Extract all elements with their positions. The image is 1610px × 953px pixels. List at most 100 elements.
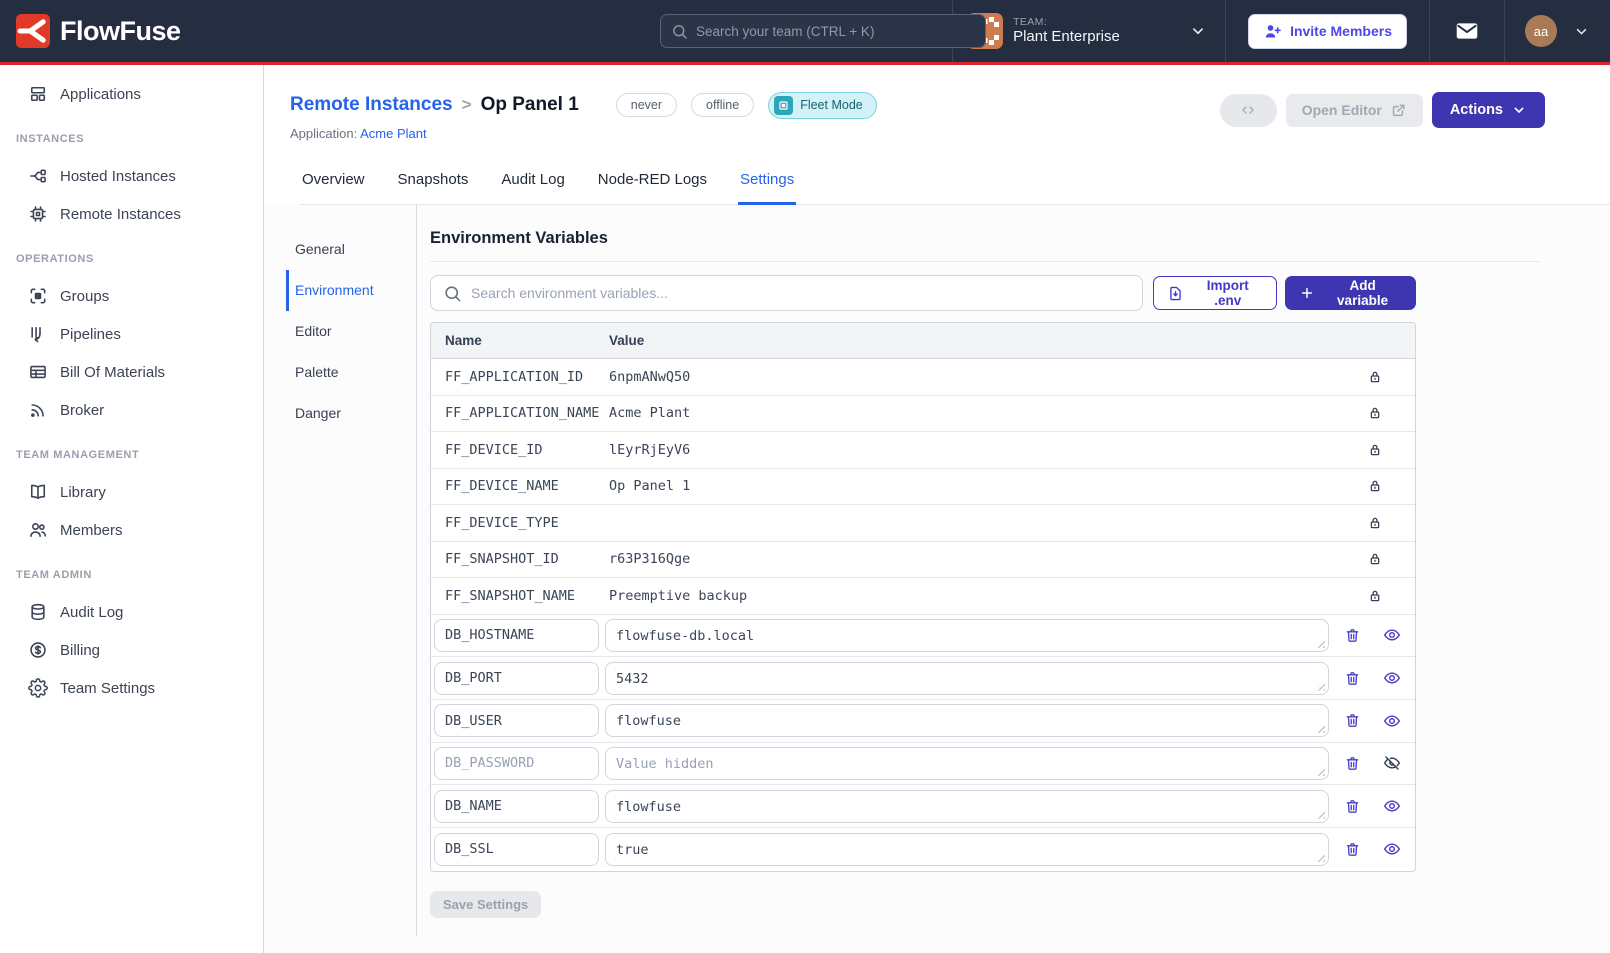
env-var-name: FF_APPLICATION_NAME xyxy=(431,405,609,421)
applications-icon xyxy=(28,84,48,104)
env-var-value: Preemptive backup xyxy=(609,588,1367,604)
env-var-value-input[interactable]: flowfuse xyxy=(605,704,1329,737)
env-variables-table: Name Value FF_APPLICATION_ID 6npmANwQ50 xyxy=(430,322,1416,872)
env-var-name: FF_DEVICE_NAME xyxy=(431,478,609,494)
lock-icon xyxy=(1367,369,1415,385)
trash-icon xyxy=(1344,627,1361,644)
column-header-name: Name xyxy=(431,333,609,348)
env-var-name-input[interactable] xyxy=(434,747,599,780)
env-locked-row: FF_APPLICATION_NAME Acme Plant xyxy=(431,396,1415,433)
team-selector[interactable]: TEAM: Plant Enterprise xyxy=(953,0,1225,62)
user-avatar: aa xyxy=(1525,15,1557,47)
env-search[interactable] xyxy=(430,275,1143,311)
env-var-value: Op Panel 1 xyxy=(609,478,1367,494)
tab-node-red-logs[interactable]: Node-RED Logs xyxy=(596,162,709,205)
fleet-chip-icon xyxy=(774,96,793,115)
trash-icon xyxy=(1344,755,1361,772)
env-search-input[interactable] xyxy=(471,285,1130,301)
toggle-visibility-button[interactable] xyxy=(1383,797,1401,815)
env-var-name: FF_SNAPSHOT_ID xyxy=(431,551,609,567)
delete-variable-button[interactable] xyxy=(1344,841,1361,858)
env-locked-row: FF_SNAPSHOT_NAME Preemptive backup xyxy=(431,578,1415,615)
env-var-name-input[interactable] xyxy=(434,619,599,652)
sidebar-item-hosted-instances[interactable]: Hosted Instances xyxy=(0,157,263,195)
team-search-input[interactable] xyxy=(696,24,975,39)
lock-icon xyxy=(1367,405,1415,421)
delete-variable-button[interactable] xyxy=(1344,798,1361,815)
lock-icon xyxy=(1367,442,1415,458)
toggle-visibility-button[interactable] xyxy=(1383,840,1401,858)
tab-snapshots[interactable]: Snapshots xyxy=(396,162,471,205)
add-variable-label: Add variable xyxy=(1323,278,1402,308)
delete-variable-button[interactable] xyxy=(1344,670,1361,687)
toggle-visibility-button[interactable] xyxy=(1383,669,1401,687)
env-var-name-input[interactable] xyxy=(434,833,599,866)
badge-status: offline xyxy=(691,93,754,117)
application-link[interactable]: Acme Plant xyxy=(360,126,426,141)
sidebar-item-billing[interactable]: Billing xyxy=(0,631,263,669)
env-var-value-input[interactable] xyxy=(605,747,1329,780)
sidebar-item-pipelines[interactable]: Pipelines xyxy=(0,315,263,353)
breadcrumb-remote-instances[interactable]: Remote Instances xyxy=(290,94,453,116)
trash-icon xyxy=(1344,670,1361,687)
add-variable-button[interactable]: Add variable xyxy=(1285,276,1416,310)
settings-nav-environment[interactable]: Environment xyxy=(286,270,416,311)
sidebar-section-operations: OPERATIONS xyxy=(0,253,263,265)
env-editable-row: flowfuse xyxy=(431,785,1415,828)
invite-members-label: Invite Members xyxy=(1290,23,1392,39)
sidebar-section-instances: INSTANCES xyxy=(0,133,263,145)
env-var-value-input[interactable]: flowfuse xyxy=(605,790,1329,823)
currency-dollar-icon xyxy=(28,640,48,660)
tab-settings[interactable]: Settings xyxy=(738,162,796,205)
toggle-visibility-button[interactable] xyxy=(1383,712,1401,730)
env-var-name: FF_DEVICE_ID xyxy=(431,442,609,458)
toggle-visibility-button[interactable] xyxy=(1383,754,1401,772)
delete-variable-button[interactable] xyxy=(1344,755,1361,772)
env-var-name: FF_APPLICATION_ID xyxy=(431,369,609,385)
sidebar-item-members[interactable]: Members xyxy=(0,511,263,549)
env-var-name: FF_SNAPSHOT_NAME xyxy=(431,588,609,604)
sidebar-item-bill-of-materials[interactable]: Bill Of Materials xyxy=(0,353,263,391)
sidebar-item-label: Library xyxy=(60,484,106,501)
settings-nav-danger[interactable]: Danger xyxy=(286,393,416,434)
lock-icon xyxy=(1367,478,1415,494)
tab-overview[interactable]: Overview xyxy=(300,162,367,205)
env-var-name-input[interactable] xyxy=(434,662,599,695)
team-search[interactable] xyxy=(660,14,986,48)
sidebar-item-label: Groups xyxy=(60,288,109,305)
notifications-button[interactable] xyxy=(1430,0,1504,62)
env-var-value-input[interactable]: flowfuse-db.local xyxy=(605,619,1329,652)
delete-variable-button[interactable] xyxy=(1344,712,1361,729)
flowfuse-brand[interactable]: FlowFuse xyxy=(0,14,181,48)
actions-button[interactable]: Actions xyxy=(1432,92,1545,128)
sidebar-item-label: Members xyxy=(60,522,123,539)
invite-members-button[interactable]: Invite Members xyxy=(1248,14,1407,49)
sidebar-item-label: Applications xyxy=(60,86,141,103)
sidebar-item-library[interactable]: Library xyxy=(0,473,263,511)
sidebar-item-remote-instances[interactable]: Remote Instances xyxy=(0,195,263,233)
sidebar-item-team-settings[interactable]: Team Settings xyxy=(0,669,263,707)
environment-variables-title: Environment Variables xyxy=(430,229,1540,262)
import-env-button[interactable]: Import .env xyxy=(1153,276,1277,310)
settings-nav-palette[interactable]: Palette xyxy=(286,352,416,393)
import-env-label: Import .env xyxy=(1192,278,1263,308)
settings-nav-editor[interactable]: Editor xyxy=(286,311,416,352)
sidebar-item-applications[interactable]: Applications xyxy=(0,75,263,113)
env-var-value-input[interactable]: true xyxy=(605,833,1329,866)
open-editor-button[interactable]: Open Editor xyxy=(1286,94,1423,127)
env-var-value-input[interactable]: 5432 xyxy=(605,662,1329,695)
env-var-name-input[interactable] xyxy=(434,704,599,737)
delete-variable-button[interactable] xyxy=(1344,627,1361,644)
sidebar-item-broker[interactable]: Broker xyxy=(0,391,263,429)
env-var-name-input[interactable] xyxy=(434,790,599,823)
env-var-value: 6npmANwQ50 xyxy=(609,369,1367,385)
settings-nav-general[interactable]: General xyxy=(286,229,416,270)
environment-panel: Environment Variables xyxy=(430,205,1540,953)
sidebar-item-groups[interactable]: Groups xyxy=(0,277,263,315)
save-settings-button[interactable]: Save Settings xyxy=(430,891,541,918)
toggle-visibility-button[interactable] xyxy=(1383,626,1401,644)
user-menu[interactable]: aa xyxy=(1505,0,1610,62)
sidebar-item-audit-log[interactable]: Audit Log xyxy=(0,593,263,631)
tab-audit-log[interactable]: Audit Log xyxy=(499,162,566,205)
developer-mode-button[interactable] xyxy=(1220,94,1277,127)
